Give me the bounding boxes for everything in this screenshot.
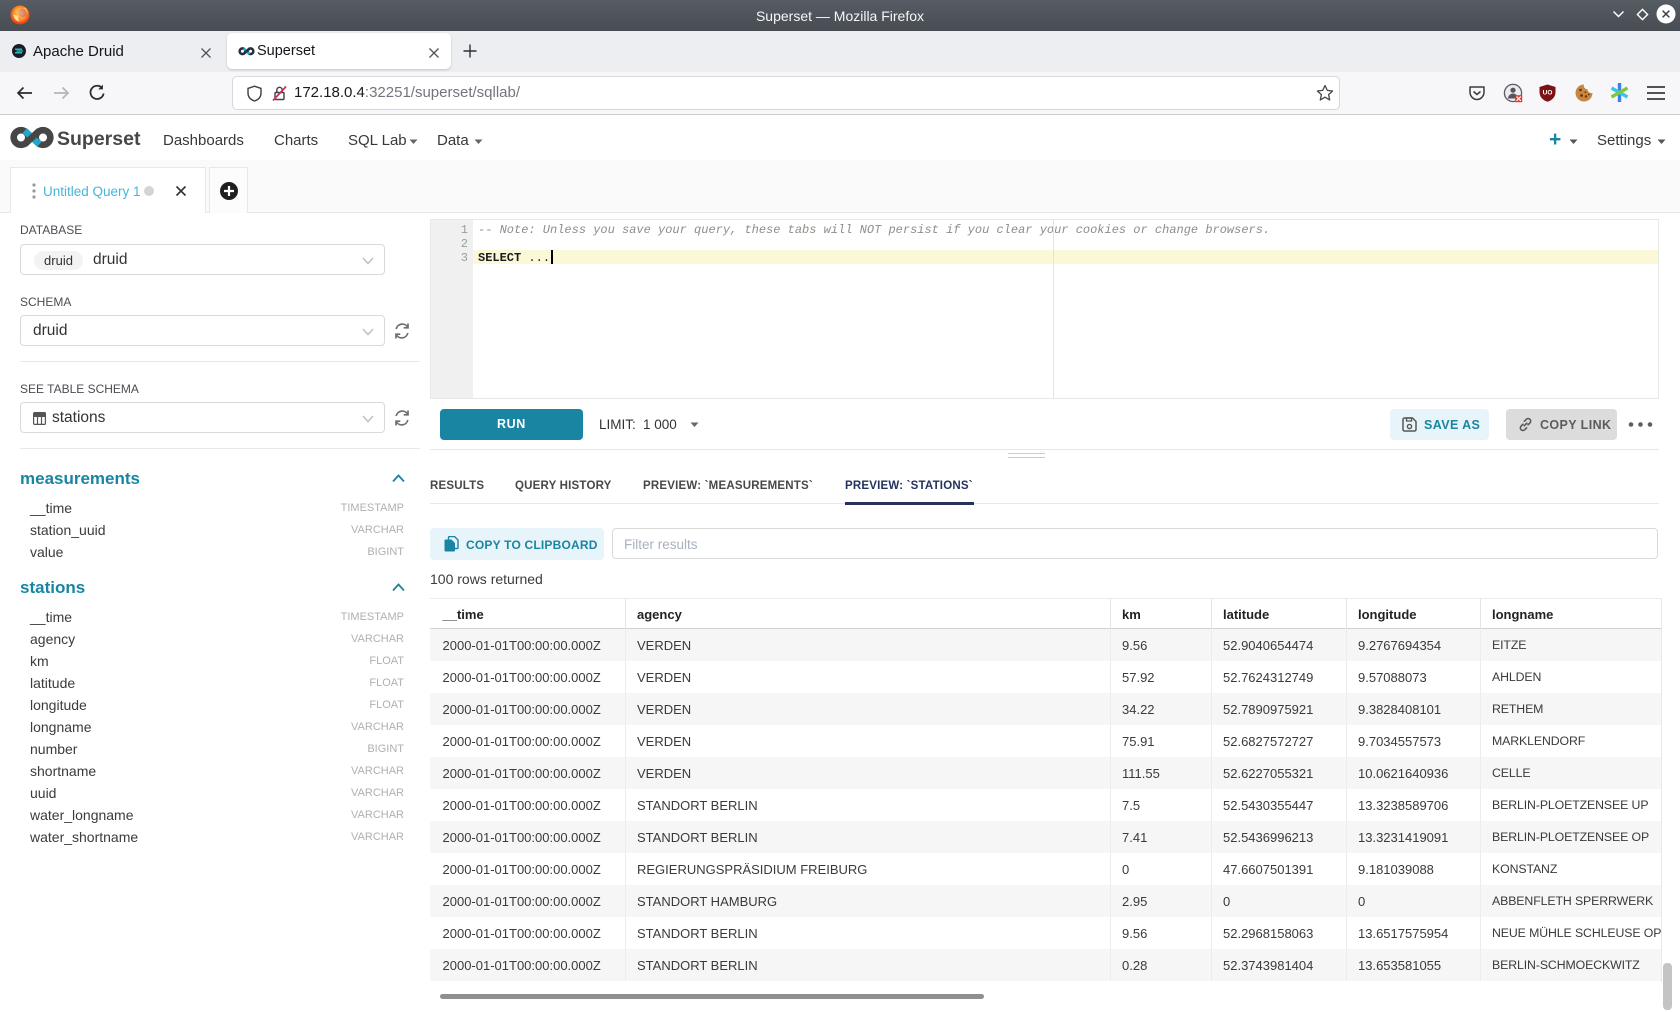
svg-text:UO: UO: [1543, 90, 1553, 97]
